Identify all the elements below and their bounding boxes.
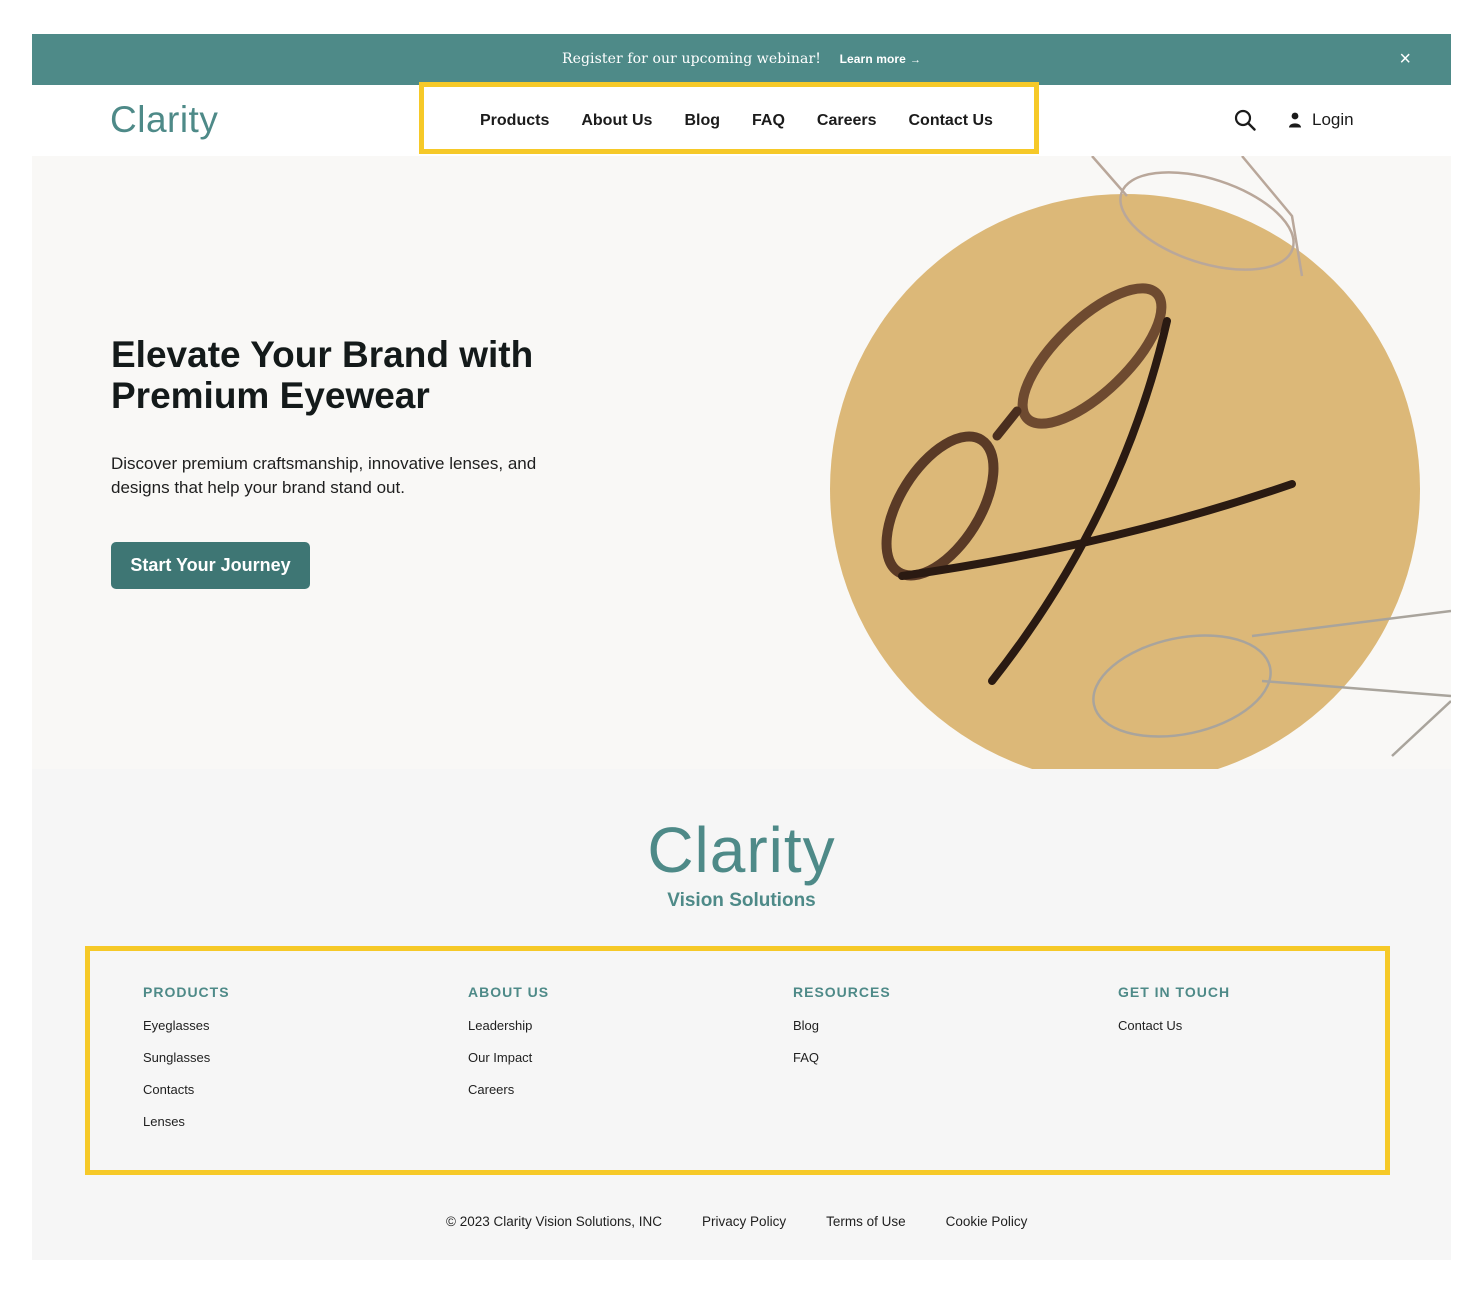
- footer-links-highlight-box: [85, 946, 1390, 1175]
- search-icon[interactable]: [1234, 109, 1256, 131]
- privacy-policy-link[interactable]: Privacy Policy: [702, 1214, 786, 1229]
- close-icon[interactable]: ×: [1399, 47, 1411, 71]
- start-journey-button[interactable]: Start Your Journey: [111, 542, 310, 589]
- footer-column-products: PRODUCTS Eyeglasses Sunglasses Contacts …: [143, 984, 230, 1146]
- footer-heading-get-in-touch: GET IN TOUCH: [1118, 984, 1231, 1000]
- user-icon: [1289, 112, 1301, 128]
- footer-heading-resources: RESOURCES: [793, 984, 891, 1000]
- terms-of-use-link[interactable]: Terms of Use: [826, 1214, 906, 1229]
- cookie-policy-link[interactable]: Cookie Policy: [946, 1214, 1028, 1229]
- footer-link-faq[interactable]: FAQ: [793, 1050, 891, 1066]
- hero-section: Elevate Your Brand with Premium Eyewear …: [32, 156, 1451, 769]
- nav-item-blog[interactable]: Blog: [684, 112, 720, 130]
- footer-link-lenses[interactable]: Lenses: [143, 1114, 230, 1130]
- login-label: Login: [1312, 110, 1354, 129]
- learn-more-label: Learn more: [839, 52, 906, 66]
- copyright-text: © 2023 Clarity Vision Solutions, INC: [446, 1214, 663, 1229]
- footer-heading-about-us: ABOUT US: [468, 984, 550, 1000]
- footer-column-resources: RESOURCES Blog FAQ: [793, 984, 891, 1082]
- announcement-message-row: Register for our upcoming webinar! Learn…: [32, 51, 1451, 67]
- footer-link-contacts[interactable]: Contacts: [143, 1082, 230, 1098]
- announcement-text: Register for our upcoming webinar!: [561, 51, 822, 67]
- eyewear-hero-image: [830, 156, 1451, 769]
- footer-link-contact-us[interactable]: Contact Us: [1118, 1018, 1230, 1034]
- footer-column-get-in-touch: GET IN TOUCH Contact Us: [1118, 984, 1230, 1050]
- nav-item-faq[interactable]: FAQ: [752, 112, 785, 130]
- footer-legal-row: © 2023 Clarity Vision Solutions, INC Pri…: [446, 1214, 1027, 1229]
- nav-item-contact-us[interactable]: Contact Us: [909, 112, 993, 130]
- arrow-right-icon: →: [909, 54, 922, 66]
- hero-title: Elevate Your Brand with Premium Eyewear: [111, 334, 534, 416]
- footer-link-leadership[interactable]: Leadership: [468, 1018, 549, 1034]
- header-logo[interactable]: Clarity: [110, 99, 218, 141]
- footer-tagline: Vision Solutions: [667, 890, 816, 911]
- footer-column-about-us: ABOUT US Leadership Our Impact Careers: [468, 984, 549, 1114]
- footer-link-blog[interactable]: Blog: [793, 1018, 891, 1034]
- nav-item-careers[interactable]: Careers: [817, 112, 877, 130]
- hero-description: Discover premium craftsmanship, innovati…: [111, 454, 537, 497]
- announcement-bar: Register for our upcoming webinar! Learn…: [32, 34, 1451, 85]
- footer-heading-products: PRODUCTS: [143, 984, 230, 1000]
- page-frame: Register for our upcoming webinar! Learn…: [32, 34, 1451, 1260]
- site-header: Clarity Products About Us Blog FAQ Caree…: [32, 82, 1451, 156]
- hero-circle: [830, 194, 1420, 769]
- login-button[interactable]: Login: [1288, 110, 1354, 130]
- footer-link-sunglasses[interactable]: Sunglasses: [143, 1050, 230, 1066]
- footer-logo[interactable]: Clarity: [32, 813, 1451, 887]
- footer-link-careers[interactable]: Careers: [468, 1082, 549, 1098]
- learn-more-link[interactable]: Learn more →: [840, 52, 921, 66]
- site-footer: Clarity Vision Solutions PRODUCTS Eyegla…: [32, 769, 1451, 1260]
- footer-link-eyeglasses[interactable]: Eyeglasses: [143, 1018, 230, 1034]
- footer-link-our-impact[interactable]: Our Impact: [468, 1050, 549, 1066]
- nav-item-about-us[interactable]: About Us: [581, 112, 652, 130]
- nav-item-products[interactable]: Products: [480, 112, 549, 130]
- main-nav: Products About Us Blog FAQ Careers Conta…: [480, 112, 993, 130]
